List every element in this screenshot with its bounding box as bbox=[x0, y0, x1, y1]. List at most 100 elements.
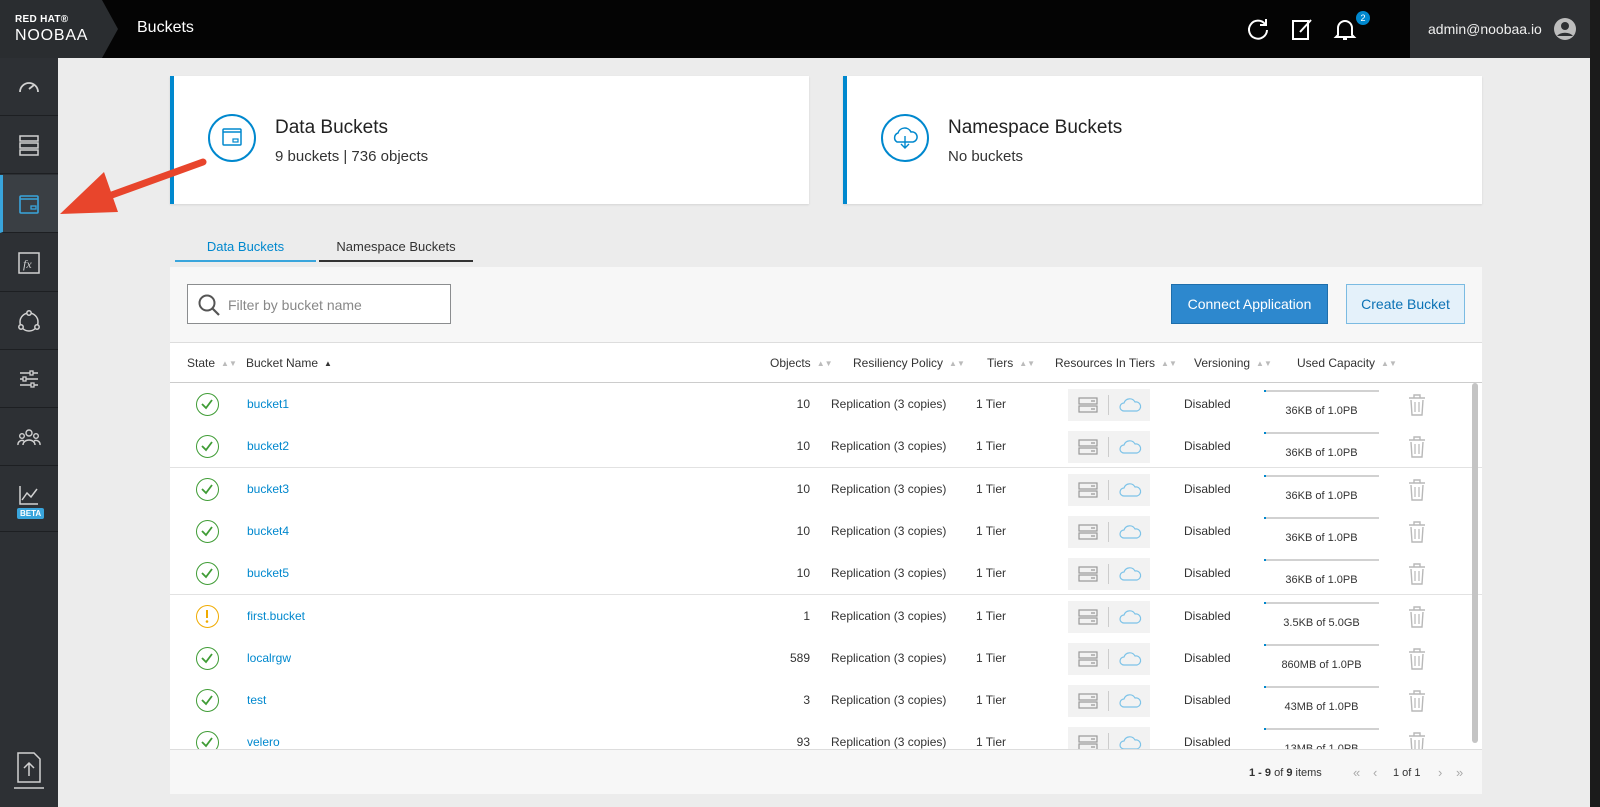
bucket-name-link[interactable]: velero bbox=[247, 735, 280, 749]
tab-namespace-buckets[interactable]: Namespace Buckets bbox=[319, 232, 473, 262]
connect-application-button[interactable]: Connect Application bbox=[1171, 284, 1328, 324]
bucket-name-link[interactable]: bucket1 bbox=[247, 397, 289, 411]
data-buckets-card: Data Buckets 9 buckets | 736 objects bbox=[170, 76, 809, 204]
tiers-count: 1 Tier bbox=[976, 481, 1007, 496]
hosts-pool-icon bbox=[1078, 524, 1098, 540]
card-subtitle: No buckets bbox=[948, 148, 1024, 165]
card-title: Namespace Buckets bbox=[948, 117, 1123, 138]
tiers-count: 1 Tier bbox=[976, 439, 1007, 454]
nav-overview[interactable] bbox=[0, 58, 58, 116]
trash-icon[interactable] bbox=[1408, 394, 1426, 416]
trash-icon[interactable] bbox=[1408, 521, 1426, 543]
column-header-used-capacity[interactable]: Used Capacity ▲▼ bbox=[1297, 356, 1397, 370]
sort-icon: ▲▼ bbox=[1256, 359, 1272, 368]
bucket-name-link[interactable]: bucket5 bbox=[247, 566, 289, 580]
used-capacity-text: 36KB of 1.0PB bbox=[1285, 405, 1358, 417]
brand-redhat: RED HAT® bbox=[15, 14, 69, 25]
used-capacity-bar: 36KB of 1.0PB bbox=[1264, 474, 1379, 507]
nav-resources[interactable] bbox=[0, 116, 58, 174]
tab-data-buckets[interactable]: Data Buckets bbox=[175, 232, 316, 262]
table-row[interactable]: test 3 Replication (3 copies) 1 Tier Disable… bbox=[170, 679, 1482, 723]
used-capacity-bar: 860MB of 1.0PB bbox=[1264, 643, 1379, 676]
bucket-name-link[interactable]: localrgw bbox=[247, 651, 291, 665]
table-scrollbar[interactable] bbox=[1472, 383, 1478, 743]
first-page-icon[interactable]: « bbox=[1353, 765, 1360, 780]
sliders-icon bbox=[20, 370, 38, 388]
trash-icon[interactable] bbox=[1408, 436, 1426, 458]
resources-in-tiers bbox=[1068, 515, 1150, 548]
user-name[interactable]: admin@noobaa.io bbox=[1428, 21, 1542, 37]
healthy-check-icon bbox=[196, 477, 219, 501]
column-header-resiliency[interactable]: Resiliency Policy ▲▼ bbox=[853, 356, 965, 370]
nav-cluster[interactable] bbox=[0, 292, 58, 350]
table-row[interactable]: bucket1 10 Replication (3 copies) 1 Tier Dis… bbox=[170, 383, 1482, 426]
column-header-bucket-name[interactable]: Bucket Name ▲ bbox=[246, 356, 332, 370]
table-row[interactable]: localrgw 589 Replication (3 copies) 1 Tier D… bbox=[170, 636, 1482, 680]
used-capacity-text: 36KB of 1.0PB bbox=[1285, 489, 1358, 502]
table-row[interactable]: bucket5 10 Replication (3 copies) 1 Tier Dis… bbox=[170, 552, 1482, 596]
pagination-pages: 1 of 1 bbox=[1393, 767, 1421, 779]
column-header-versioning[interactable]: Versioning ▲▼ bbox=[1194, 356, 1272, 370]
trash-icon[interactable] bbox=[1408, 648, 1426, 670]
bucket-name-link[interactable]: test bbox=[247, 693, 266, 707]
nav-accounts[interactable] bbox=[0, 408, 58, 466]
refresh-icon[interactable] bbox=[1245, 16, 1271, 42]
objects-count: 10 bbox=[796, 481, 810, 496]
tiers-count: 1 Tier bbox=[976, 735, 1007, 750]
nav-analytics[interactable]: BETA bbox=[0, 466, 58, 532]
used-capacity-text: 860MB of 1.0PB bbox=[1281, 658, 1362, 671]
hosts-pool-icon bbox=[1078, 693, 1098, 709]
table-row[interactable]: bucket2 10 Replication (3 copies) 1 Tier Dis… bbox=[170, 425, 1482, 469]
search-box[interactable] bbox=[187, 284, 451, 324]
upload-icon[interactable] bbox=[12, 750, 46, 790]
trash-icon[interactable] bbox=[1408, 478, 1426, 501]
last-page-icon[interactable]: » bbox=[1456, 765, 1463, 780]
sort-icon: ▲▼ bbox=[1019, 359, 1036, 368]
bell-icon[interactable] bbox=[1332, 16, 1358, 42]
used-capacity-text: 36KB of 1.0PB bbox=[1285, 574, 1358, 587]
column-header-state[interactable]: State ▲▼ bbox=[187, 356, 237, 370]
tiers-count: 1 Tier bbox=[976, 608, 1007, 623]
column-header-resources[interactable]: Resources In Tiers ▲▼ bbox=[1055, 356, 1177, 370]
prev-page-icon[interactable]: ‹ bbox=[1373, 765, 1377, 780]
svg-text:fx: fx bbox=[23, 257, 32, 271]
table-row[interactable]: bucket3 10 Replication (3 copies) 1 Tier Dis… bbox=[170, 467, 1482, 511]
used-capacity-bar: 36KB of 1.0PB bbox=[1264, 390, 1379, 422]
bucket-name-link[interactable]: bucket3 bbox=[247, 482, 289, 496]
table-row[interactable]: bucket4 10 Replication (3 copies) 1 Tier Dis… bbox=[170, 509, 1482, 553]
trash-icon[interactable] bbox=[1408, 563, 1426, 585]
brand-logo[interactable]: RED HAT® NOOBAA bbox=[0, 0, 118, 58]
column-header-objects[interactable]: Objects ▲▼ bbox=[770, 356, 833, 370]
sort-icon: ▲▼ bbox=[1381, 359, 1397, 368]
versioning-status: Disabled bbox=[1184, 735, 1231, 750]
tiers-count: 1 Tier bbox=[976, 650, 1007, 665]
objects-count: 1 bbox=[803, 608, 810, 623]
user-avatar-icon[interactable] bbox=[1553, 17, 1577, 41]
hosts-pool-icon bbox=[1078, 439, 1098, 455]
nav-functions[interactable]: fx bbox=[0, 234, 58, 292]
notification-badge: 2 bbox=[1356, 11, 1370, 25]
search-input[interactable] bbox=[228, 294, 438, 316]
tiers-count: 1 Tier bbox=[976, 566, 1007, 581]
next-page-icon[interactable]: › bbox=[1438, 765, 1442, 780]
trash-icon[interactable] bbox=[1408, 690, 1426, 712]
bucket-name-link[interactable]: bucket2 bbox=[247, 439, 289, 453]
trash-icon[interactable] bbox=[1408, 605, 1426, 628]
table-row[interactable]: first.bucket 1 Replication (3 copies) 1 Tie… bbox=[170, 594, 1482, 638]
objects-count: 10 bbox=[796, 439, 810, 454]
create-bucket-button[interactable]: Create Bucket bbox=[1346, 284, 1465, 324]
window-edge bbox=[1590, 0, 1600, 807]
objects-count: 10 bbox=[796, 397, 810, 411]
card-subtitle: 9 buckets | 736 objects bbox=[275, 148, 429, 165]
bucket-name-link[interactable]: bucket4 bbox=[247, 524, 289, 538]
sort-asc-icon: ▲ bbox=[324, 359, 332, 368]
cloud-resource-icon bbox=[1119, 567, 1142, 581]
column-header-tiers[interactable]: Tiers ▲▼ bbox=[987, 356, 1035, 370]
resiliency-policy: Replication (3 copies) bbox=[831, 439, 947, 454]
bucket-name-link[interactable]: first.bucket bbox=[247, 609, 305, 623]
versioning-status: Disabled bbox=[1184, 566, 1231, 581]
edit-notes-icon[interactable] bbox=[1289, 16, 1315, 42]
nav-buckets[interactable] bbox=[0, 175, 58, 233]
nav-management[interactable] bbox=[0, 350, 58, 408]
healthy-check-icon bbox=[196, 562, 219, 586]
